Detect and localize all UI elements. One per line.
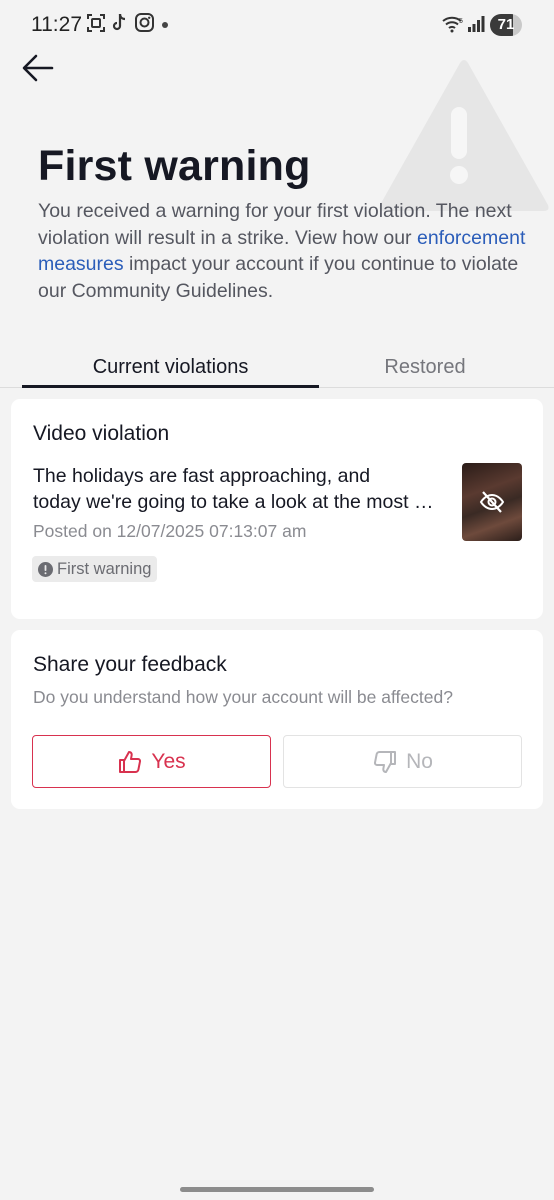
violation-card[interactable]: Video violation The holidays are fast ap… <box>11 399 543 619</box>
warning-triangle-icon <box>379 60 549 211</box>
wifi-icon: 5 <box>442 16 463 33</box>
violation-video-caption: The holidays are fast approaching, and t… <box>33 463 443 515</box>
screenshot-icon <box>87 14 105 32</box>
battery-icon: 71 <box>490 14 522 36</box>
tab-restored[interactable]: Restored <box>320 356 530 379</box>
back-button[interactable] <box>18 50 58 86</box>
eye-off-icon <box>479 491 505 513</box>
thumbs-down-icon <box>374 750 397 773</box>
status-bar: 11:27 5 71 <box>0 0 554 52</box>
tiktok-icon <box>112 13 126 31</box>
exclamation-circle-icon <box>38 561 53 577</box>
feedback-question: Do you understand how your account will … <box>33 687 453 707</box>
tab-bar: Current violations Restored <box>0 350 554 388</box>
caption-line-2: today we're going to take a look at the … <box>33 491 443 513</box>
notification-dot-icon <box>162 22 168 28</box>
warning-badge: First warning <box>32 556 158 582</box>
tab-current-violations[interactable]: Current violations <box>22 356 319 379</box>
badge-label: First warning <box>57 559 152 578</box>
video-thumbnail[interactable] <box>462 463 522 541</box>
status-time: 11:27 <box>31 13 82 36</box>
signal-icon <box>468 16 485 32</box>
instagram-icon <box>135 13 154 32</box>
feedback-title: Share your feedback <box>33 653 227 676</box>
home-indicator[interactable] <box>180 1187 374 1192</box>
yes-button[interactable]: Yes <box>32 735 271 788</box>
thumbs-up-icon <box>119 750 142 773</box>
svg-text:5: 5 <box>459 18 463 25</box>
violation-title: Video violation <box>33 422 170 445</box>
yes-label: Yes <box>151 749 186 773</box>
arrow-left-icon <box>22 54 54 82</box>
feedback-card: Share your feedback Do you understand ho… <box>11 630 543 809</box>
warning-description: You received a warning for your first vi… <box>38 198 528 304</box>
page-title: First warning <box>38 142 311 190</box>
battery-level: 71 <box>497 16 515 33</box>
no-label: No <box>406 749 433 773</box>
no-button[interactable]: No <box>283 735 522 788</box>
caption-line-1: The holidays are fast approaching, and <box>33 465 371 487</box>
active-tab-indicator <box>22 385 319 388</box>
posted-date: Posted on 12/07/2025 07:13:07 am <box>33 521 307 541</box>
